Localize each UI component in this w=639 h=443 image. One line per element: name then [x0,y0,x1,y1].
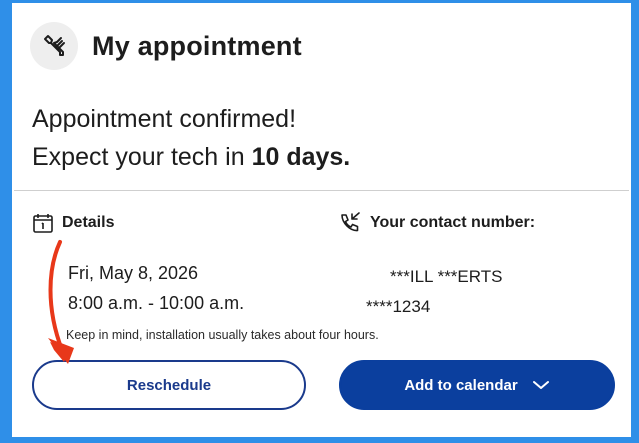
appointment-time: 8:00 a.m. - 10:00 a.m. [68,293,245,313]
annotation-arrow-icon [48,240,74,364]
confirmation-line: Appointment confirmed! [32,105,297,133]
confirmation-message: Appointment confirmed! Expect your tech … [32,100,350,176]
phone-icon [341,212,360,232]
card-header: My appointment [30,20,302,72]
contact-info: ***ILL ***ERTS ****1234 [366,262,503,322]
add-to-calendar-button[interactable]: Add to calendar [339,360,615,410]
contact-number: ****1234 [366,297,431,316]
calendar-icon [33,214,53,233]
add-to-calendar-label: Add to calendar [404,376,518,394]
eta-days: 10 days. [251,143,351,171]
contact-heading: Your contact number: [338,212,535,234]
appointment-date: Fri, May 8, 2026 [68,263,199,283]
details-heading-label: Details [62,214,115,231]
chevron-down-icon [532,381,549,389]
wrench-icon [30,22,78,70]
appointment-card: My appointment Appointment confirmed! Ex… [14,6,629,432]
installation-note: Keep in mind, installation usually takes… [66,328,379,342]
contact-name: ***ILL ***ERTS [390,267,503,286]
eta-line: Expect your tech in 10 days. [32,138,350,176]
eta-prefix: Expect your tech in [32,143,252,171]
contact-heading-label: Your contact number: [370,214,536,231]
reschedule-label: Reschedule [126,376,212,394]
details-heading: Details [32,212,114,234]
page-title: My appointment [92,30,302,61]
divider [14,190,629,191]
appointment-datetime: Fri, May 8, 2026 8:00 a.m. - 10:00 a.m. [68,258,244,318]
